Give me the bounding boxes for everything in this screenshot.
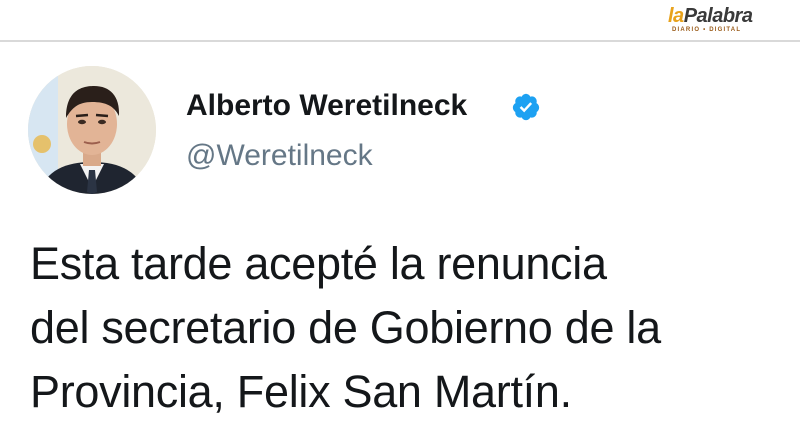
logo-subtitle: DIARIO • DIGITAL bbox=[672, 27, 742, 33]
la-palabra-logo: laPalabra DIARIO • DIGITAL bbox=[668, 5, 768, 37]
logo-la: la bbox=[668, 5, 684, 27]
tweet-screenshot: laPalabra DIARIO • DIGITAL Alberto Weret… bbox=[0, 0, 800, 445]
avatar-portrait-image bbox=[28, 66, 156, 194]
author-name[interactable]: Alberto Weretilneck bbox=[186, 88, 467, 124]
logo-palabra: Palabra bbox=[683, 5, 753, 27]
tweet-text-line: del secretario de Gobierno de la bbox=[30, 302, 661, 353]
logo-wordmark: laPalabra bbox=[668, 5, 753, 27]
verified-badge-icon bbox=[512, 93, 540, 121]
tweet-text-line: Esta tarde acepté la renuncia bbox=[30, 238, 607, 289]
avatar[interactable] bbox=[28, 66, 156, 194]
watermark-bar: laPalabra DIARIO • DIGITAL bbox=[0, 0, 800, 42]
author-handle[interactable]: @Weretilneck bbox=[186, 138, 373, 174]
tweet-text-line: Provincia, Felix San Martín. bbox=[30, 366, 572, 417]
tweet-text: Esta tarde acepté la renuncia del secret… bbox=[30, 232, 780, 424]
